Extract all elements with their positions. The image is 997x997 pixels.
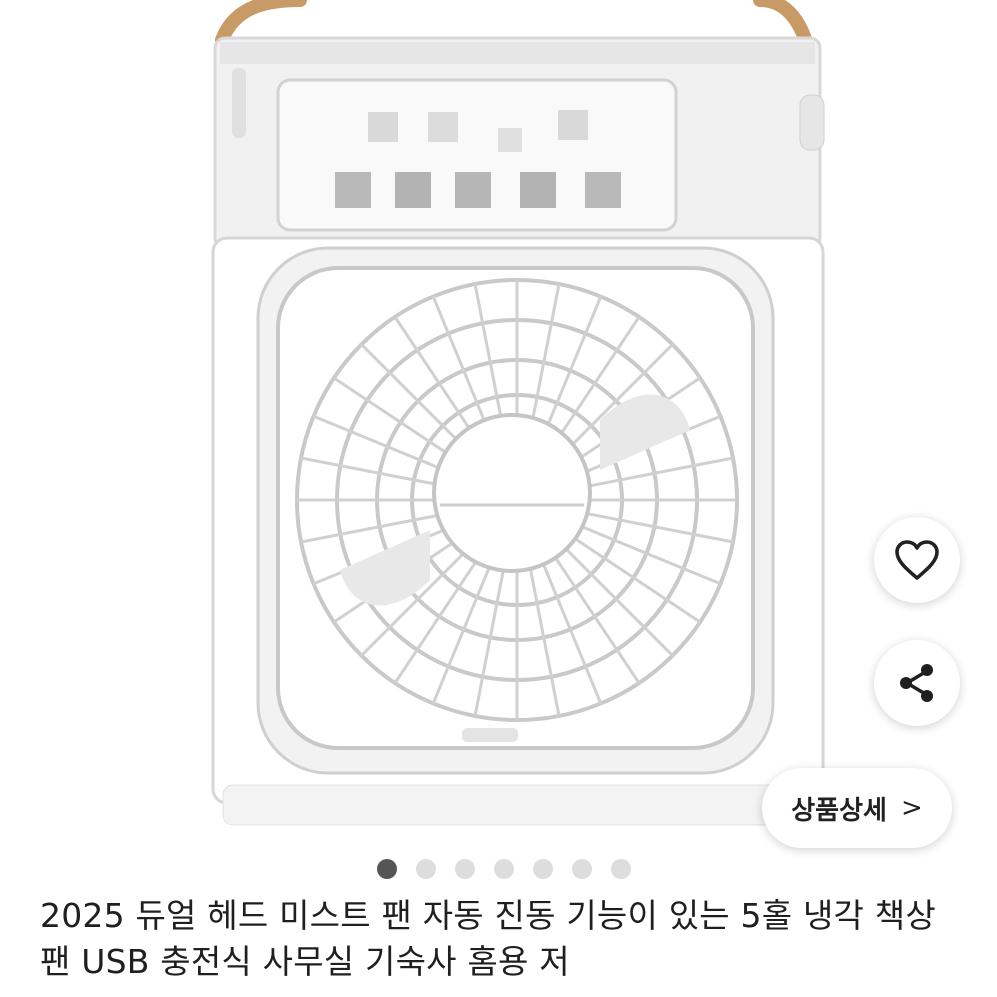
image-carousel-indicator — [5, 859, 997, 881]
carousel-dot[interactable] — [454, 859, 475, 879]
carousel-dot[interactable] — [571, 859, 592, 879]
product-detail-label: 상품상세 — [791, 795, 887, 826]
carousel-dot[interactable] — [610, 859, 631, 879]
carousel-dot[interactable] — [415, 859, 436, 879]
carousel-dot[interactable] — [532, 859, 553, 879]
chevron-right-icon: > — [900, 793, 923, 823]
like-button[interactable] — [874, 517, 960, 603]
product-image[interactable] — [0, 0, 997, 850]
carousel-dot[interactable] — [376, 859, 397, 879]
mist-fan-photo — [211, 0, 825, 826]
product-detail-button[interactable]: 상품상세 > — [762, 768, 952, 848]
carousel-dot[interactable] — [493, 859, 514, 879]
share-icon — [900, 664, 933, 702]
heart-outline-icon — [895, 540, 939, 580]
product-title: 2025 듀얼 헤드 미스트 팬 자동 진동 기능이 있는 5홀 냉각 책상 팬… — [40, 896, 936, 981]
share-button[interactable] — [874, 640, 960, 726]
